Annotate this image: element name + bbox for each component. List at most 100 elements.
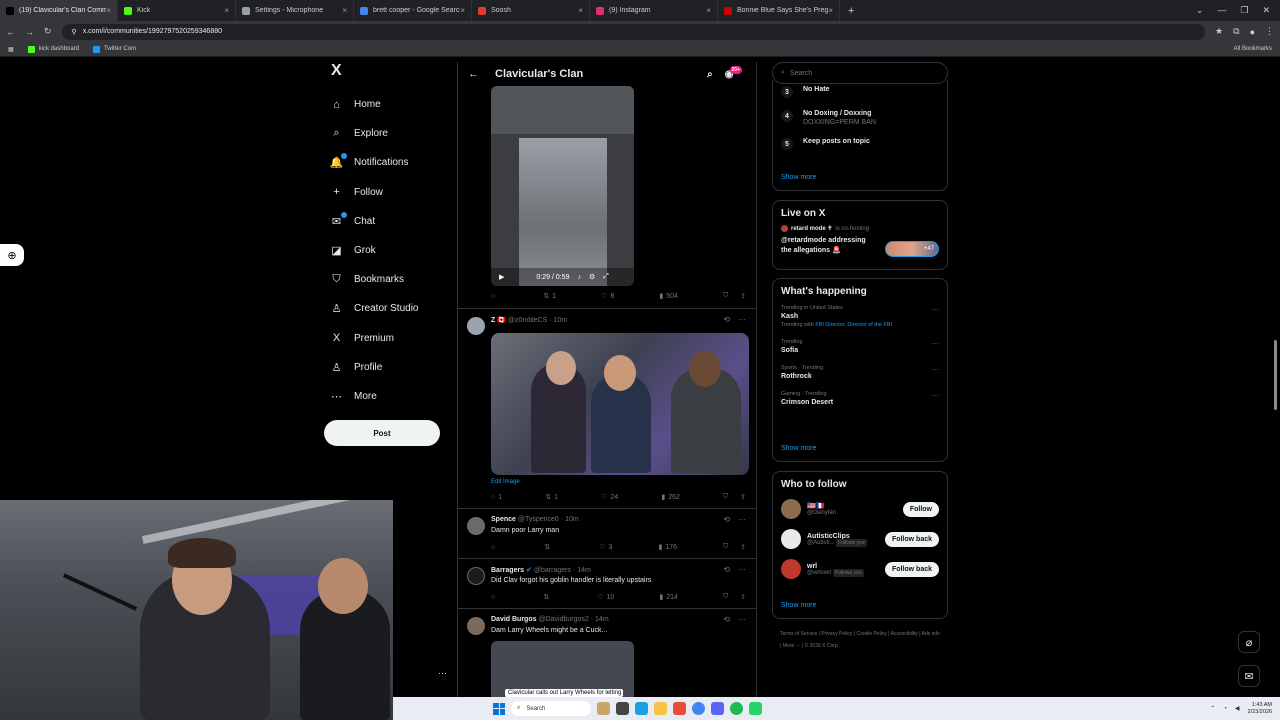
post-spence[interactable]: Spence @Tyspence0 · 10m ⟲ ··· Damn poor L… — [458, 508, 756, 558]
taskbar-search[interactable]: ⌕ Search — [511, 701, 591, 716]
edit-image-link[interactable]: Edit Image — [491, 479, 520, 485]
trend-with-link[interactable]: FBI Director, Director of the FBI — [815, 322, 892, 328]
account-name[interactable]: wrl — [807, 563, 817, 570]
more-icon[interactable]: ··· — [738, 615, 746, 624]
tab-close-icon[interactable]: × — [706, 6, 711, 15]
edge-icon[interactable] — [635, 702, 648, 715]
trend-item[interactable]: Sports · Trending Rothrock ··· — [773, 365, 947, 380]
x-logo-icon[interactable]: X — [331, 62, 454, 90]
rules-show-more[interactable]: Show more — [773, 174, 824, 181]
url-input[interactable]: ⚲ x.com/i/communities/199279752025934688… — [61, 23, 1206, 40]
bookmark-item[interactable]: Twitter Com — [93, 45, 136, 53]
clock[interactable]: 1:43 AM 2/23/2026 — [1248, 702, 1272, 716]
discord-icon[interactable] — [711, 702, 724, 715]
profile-avatar[interactable]: ● — [1250, 27, 1255, 37]
widgets-icon[interactable] — [597, 702, 610, 715]
reply-button[interactable]: ○ 1 — [491, 494, 502, 501]
close-window-button[interactable]: ✕ — [1262, 5, 1270, 16]
site-info-icon[interactable]: ⚲ — [72, 28, 77, 36]
grok-icon[interactable]: ⟲ — [723, 615, 730, 624]
reply-button[interactable]: ○ — [491, 594, 498, 601]
views-count[interactable]: ▮ 504 — [659, 292, 678, 301]
extension-icon[interactable]: ⧉ — [1233, 26, 1239, 37]
wtf-show-more[interactable]: Show more — [773, 602, 824, 609]
live-description[interactable]: @retardmode addressing the allegations 🚨 — [773, 236, 883, 256]
footer-link[interactable]: © 2026 X Corp. — [805, 643, 840, 649]
views-count[interactable]: ▮ 176 — [658, 543, 677, 552]
community-rule[interactable]: 3 No Hate — [773, 86, 947, 98]
follow-button[interactable]: Follow — [902, 501, 939, 517]
trend-item[interactable]: Trending Sofia ··· — [773, 339, 947, 354]
bookmark-icon[interactable]: ⛉ — [723, 543, 728, 551]
follow-button[interactable]: Follow back — [884, 561, 939, 577]
video-player[interactable]: ▶ 0:29 / 0:59 ♪ ⚙ ⤢ — [491, 86, 634, 286]
repost-button[interactable]: ⇅ — [544, 543, 553, 551]
avatar[interactable] — [467, 317, 485, 335]
star-icon[interactable]: ★ — [1215, 26, 1223, 37]
spotify-icon[interactable] — [730, 702, 743, 715]
grok-icon[interactable]: ⟲ — [723, 565, 730, 574]
community-rule[interactable]: 4 No Doxing / Doxxing DOXXING=PERM BAN — [773, 110, 947, 126]
volume-icon[interactable]: ♪ — [577, 274, 581, 281]
footer-link[interactable]: Terms of Service — [780, 631, 817, 637]
browser-tab[interactable]: (9) Instagram × — [590, 0, 718, 21]
trend-more-icon[interactable]: ··· — [931, 305, 939, 314]
trend-more-icon[interactable]: ··· — [931, 391, 939, 400]
grok-icon[interactable]: ⟲ — [723, 315, 730, 324]
live-listeners[interactable]: +47 — [885, 241, 939, 257]
share-icon[interactable]: ⇪ — [740, 493, 746, 501]
nav-item-notifications[interactable]: 🔔 Notifications — [324, 148, 454, 177]
share-icon[interactable]: ⇪ — [740, 593, 746, 601]
more-icon[interactable]: ··· — [738, 515, 746, 524]
browser-tab[interactable]: Soosh × — [472, 0, 590, 21]
all-bookmarks[interactable]: All Bookmarks — [1234, 46, 1272, 52]
browser-tab[interactable]: Bonnie Blue Says She's Pregnan× — [718, 0, 840, 21]
views-count[interactable]: ▮ 262 — [661, 493, 680, 502]
settings-icon[interactable]: ⚙ — [589, 273, 595, 281]
community-avatar[interactable]: ◉20+ — [725, 65, 746, 80]
repost-button[interactable]: ⇅ 1 — [543, 292, 556, 301]
tab-close-icon[interactable]: × — [342, 6, 347, 15]
avatar[interactable] — [467, 567, 485, 585]
footer-link[interactable]: Ads info — [922, 631, 940, 637]
nav-item-profile[interactable]: ♙ Profile — [324, 353, 454, 382]
bookmark-icon[interactable]: ⛉ — [723, 593, 728, 601]
post-david-burgos[interactable]: David Burgos @Davidburgos2 · 14m ⟲ ··· Da… — [458, 608, 756, 700]
footer-link[interactable]: Privacy Policy — [821, 631, 852, 637]
bookmark-item[interactable]: kick dashboard — [27, 45, 79, 53]
happening-show-more[interactable]: Show more — [773, 445, 824, 452]
like-button[interactable]: ♡ 8 — [601, 292, 614, 301]
avatar[interactable] — [781, 529, 801, 549]
footer-link[interactable]: Accessibility — [891, 631, 918, 637]
tab-close-icon[interactable]: × — [224, 6, 229, 15]
like-button[interactable]: ♡ 24 — [601, 493, 618, 502]
nav-item-follow[interactable]: + Follow — [324, 178, 454, 207]
follow-suggestion[interactable]: wrl @wrlswrl Follows you Follow back — [773, 559, 947, 579]
zoom-icon[interactable]: ⊕ — [0, 244, 24, 266]
nav-item-grok[interactable]: ◪ Grok — [324, 236, 454, 265]
avatar[interactable] — [781, 559, 801, 579]
tab-close-icon[interactable]: × — [460, 6, 465, 15]
views-count[interactable]: ▮ 214 — [659, 593, 678, 602]
host-avatar[interactable] — [781, 225, 788, 232]
messages-fab-icon[interactable]: ✉ — [1238, 665, 1260, 687]
tray-chevron-icon[interactable]: ⌃ — [1210, 705, 1215, 712]
play-icon[interactable]: ▶ — [499, 273, 504, 281]
follow-suggestion[interactable]: 🇺🇸🇫🇷 @t3enyfan Follow — [773, 499, 947, 519]
follow-button[interactable]: Follow back — [884, 531, 939, 547]
bookmark-icon[interactable]: ⛉ — [723, 292, 728, 300]
network-icon[interactable]: ◔ — [1223, 706, 1227, 712]
search-icon[interactable]: ⌕ — [707, 69, 713, 80]
tab-search-icon[interactable]: ⌄ — [1196, 5, 1204, 16]
start-button-icon[interactable] — [493, 702, 505, 715]
nav-item-premium[interactable]: X Premium — [324, 324, 454, 353]
trend-item[interactable]: Trending in United States Kash ··· Trending… — [773, 305, 947, 328]
trend-more-icon[interactable]: ··· — [931, 339, 939, 348]
community-rule[interactable]: 5 Keep posts on topic — [773, 138, 947, 150]
nav-item-explore[interactable]: ⌕ Explore — [324, 119, 454, 148]
nav-item-home[interactable]: ⌂ Home — [324, 90, 454, 119]
reload-icon[interactable]: ↻ — [44, 26, 52, 37]
avatar[interactable] — [467, 517, 485, 535]
post-barragers[interactable]: Barragers ✔ @barragers · 14m ⟲ ··· Did Cl… — [458, 558, 756, 608]
post-z[interactable]: Z 🇨🇦 @z0mbleCS · 10m ⟲ ··· Edit Image ○ 1 … — [458, 308, 756, 508]
